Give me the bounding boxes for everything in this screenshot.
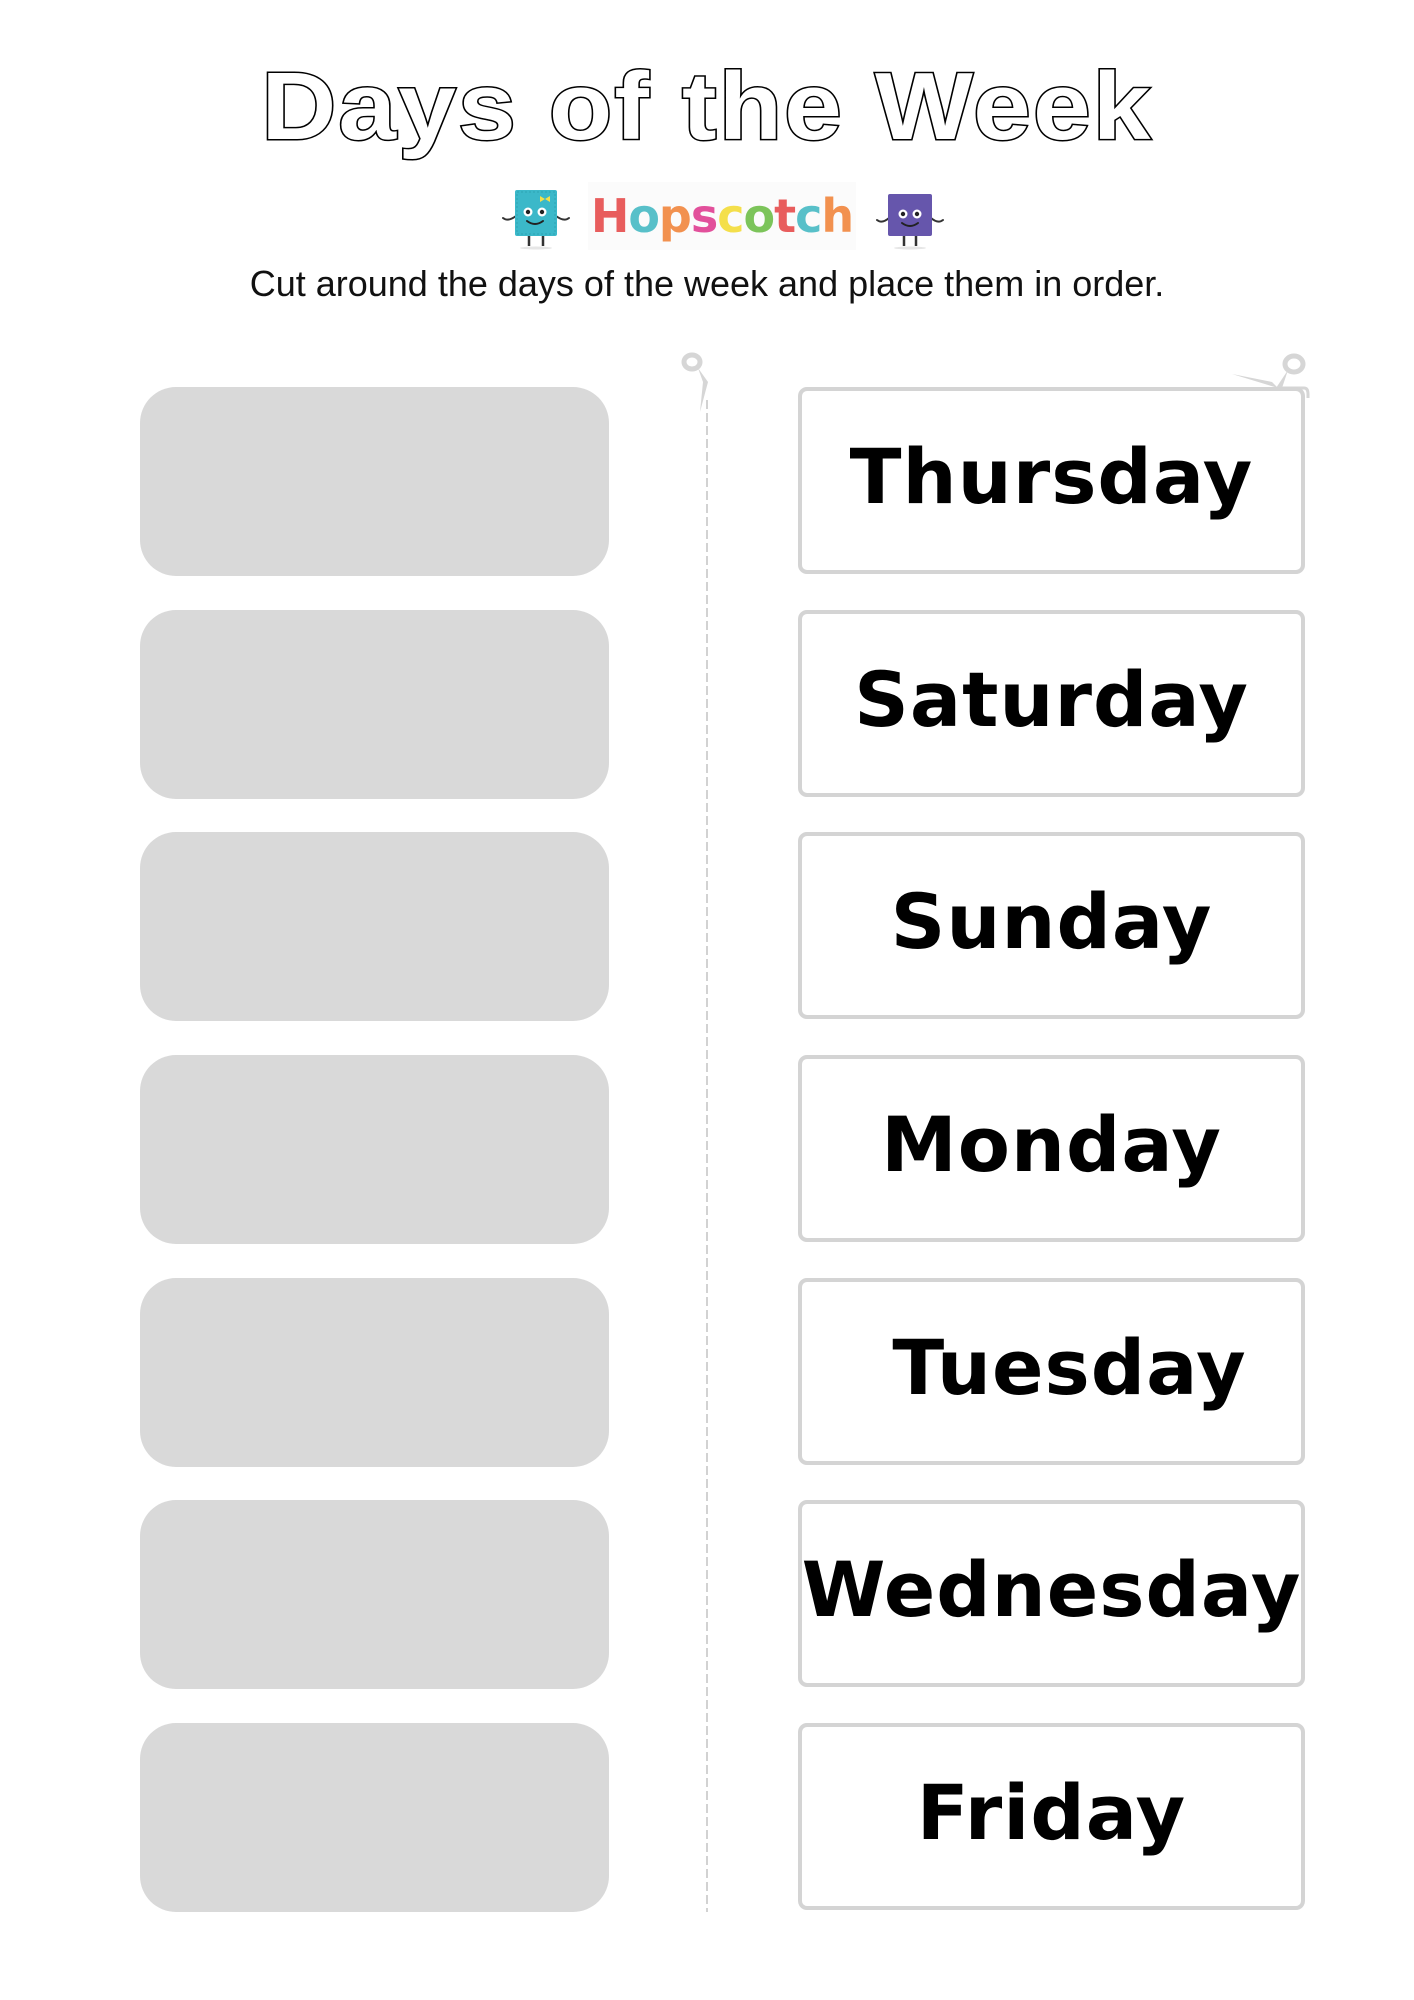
day-card-label: Monday: [881, 1099, 1222, 1189]
day-card[interactable]: Monday: [798, 1055, 1305, 1242]
day-card[interactable]: Wednesday: [798, 1500, 1305, 1687]
answer-slot[interactable]: [140, 1278, 609, 1467]
answer-slot[interactable]: [140, 610, 609, 799]
day-card[interactable]: Thursday: [798, 387, 1305, 574]
day-card-label: Tuesday: [892, 1322, 1247, 1412]
day-card-label: Thursday: [849, 431, 1254, 521]
answer-slot[interactable]: [140, 1723, 609, 1912]
day-card[interactable]: Saturday: [798, 610, 1305, 797]
day-card-label: Friday: [916, 1767, 1187, 1857]
day-card[interactable]: Friday: [798, 1723, 1305, 1910]
answer-slot[interactable]: [140, 1500, 609, 1689]
day-card[interactable]: Sunday: [798, 832, 1305, 1019]
day-card-label: Wednesday: [801, 1544, 1302, 1634]
answer-slot[interactable]: [140, 387, 609, 576]
answer-slot[interactable]: [140, 832, 609, 1021]
day-card-label: Sunday: [890, 876, 1213, 966]
day-card[interactable]: Tuesday: [798, 1278, 1305, 1465]
answer-slot[interactable]: [140, 1055, 609, 1244]
day-card-label: Saturday: [854, 654, 1249, 744]
worksheet: Thursday Saturday Sunday Monday Tuesday …: [0, 0, 1414, 2000]
